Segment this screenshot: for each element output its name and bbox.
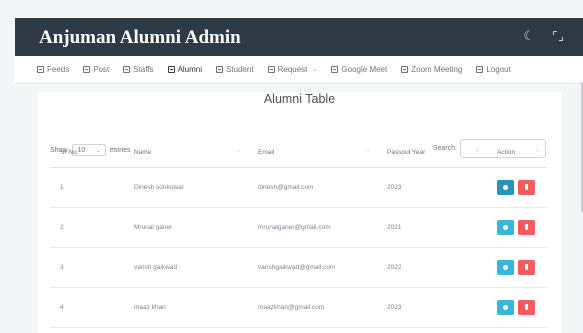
- table-row: 3 vansh gaikwad vanshgaikwad@gmail.com 2…: [50, 247, 547, 288]
- table-row: 1 Dinesh sonkuwar dinesh@gmail.com 2023: [50, 167, 547, 208]
- nav-item-label: Zoom Meeting: [411, 65, 463, 74]
- chevron-down-icon: ⌄: [312, 67, 318, 73]
- nav-item-alumni[interactable]: Alumni: [167, 65, 203, 74]
- cell-email: mrunalganer@gmail.com: [248, 207, 377, 248]
- table-header-row: Sr No. ↑↓ Name ↑↓ Email ↑↓ Passout Year ↑↓ A…: [50, 138, 547, 168]
- nav-item-google-meet[interactable]: Google Meet: [331, 65, 387, 74]
- nav-item-feeds[interactable]: Feeds: [37, 65, 69, 74]
- nav-item-label: Request: [277, 65, 308, 74]
- cell-action: [487, 247, 547, 288]
- nav-item-request[interactable]: Request ⌄: [267, 65, 318, 74]
- nav-item-logout[interactable]: Logout: [476, 65, 511, 74]
- list-icon: [216, 66, 224, 73]
- column-header-passout-year[interactable]: Passout Year ↑↓: [377, 138, 487, 168]
- table-title: Alumni Table: [263, 92, 336, 106]
- column-header-action[interactable]: Action ↑↓: [487, 138, 547, 168]
- cell-name: Mrunal ganer: [124, 207, 248, 248]
- nav-bar: Feeds Post Staffs Alumni Student Request…: [15, 56, 583, 84]
- list-icon: [123, 66, 131, 73]
- list-icon: [167, 66, 175, 73]
- view-button[interactable]: [497, 179, 514, 195]
- nav-item-zoom-meeting[interactable]: Zoom Meeting: [401, 65, 462, 74]
- cell-passout-year: 2022: [377, 247, 487, 288]
- delete-button[interactable]: [518, 219, 535, 235]
- cell-sr-no: 4: [50, 287, 124, 328]
- list-icon: [401, 66, 409, 73]
- cell-email: dinesh@gmail.com: [248, 167, 377, 208]
- column-header-name[interactable]: Name ↑↓: [124, 138, 248, 168]
- delete-button[interactable]: [518, 299, 535, 315]
- nav-item-label: Post: [93, 65, 110, 74]
- cell-sr-no: 1: [50, 167, 124, 208]
- alumni-table: Sr No. ↑↓ Name ↑↓ Email ↑↓ Passout Year ↑↓ A…: [50, 138, 547, 328]
- delete-button[interactable]: [518, 259, 535, 275]
- cell-email: vanshgaikwad@gmail.com: [248, 247, 377, 288]
- cell-name: maaz khan: [124, 287, 248, 328]
- nav-item-post[interactable]: Post: [83, 65, 109, 74]
- cell-passout-year: 2023: [377, 287, 487, 328]
- alumni-table-card: Alumni Table Show 10 ⌄ entries Search: Sr…: [38, 92, 561, 333]
- list-icon: [331, 66, 339, 73]
- sort-icon: ↑↓: [365, 148, 370, 154]
- nav-item-label: Logout: [486, 65, 511, 74]
- app-title: Anjuman Alumni Admin: [39, 27, 241, 48]
- moon-icon[interactable]: ☾: [523, 29, 535, 43]
- nav-item-label: Alumni: [177, 65, 203, 74]
- fullscreen-icon[interactable]: [553, 31, 563, 41]
- nav-item-label: Google Meet: [341, 65, 388, 74]
- list-icon: [476, 66, 484, 73]
- sort-icon: ↑↓: [112, 148, 117, 154]
- sort-icon: ↑↓: [535, 148, 540, 154]
- nav-item-label: Feeds: [47, 65, 70, 74]
- top-header: Anjuman Alumni Admin ☾: [15, 18, 583, 56]
- table-row: 4 maaz khan maazkhan@gmail.com 2023: [50, 287, 547, 328]
- sort-icon: ↑↓: [236, 148, 241, 154]
- column-header-email[interactable]: Email ↑↓: [248, 138, 377, 168]
- cell-action: [487, 167, 547, 208]
- cell-name: Dinesh sonkuwar: [124, 167, 248, 208]
- cell-action: [487, 287, 547, 328]
- cell-passout-year: 2023: [377, 167, 487, 208]
- nav-item-label: Staffs: [133, 65, 154, 74]
- nav-item-staffs[interactable]: Staffs: [123, 65, 154, 74]
- column-header-sr-no[interactable]: Sr No. ↑↓: [50, 138, 124, 168]
- view-button[interactable]: [497, 219, 514, 235]
- cell-passout-year: 2021: [377, 207, 487, 248]
- table-row: 2 Mrunal ganer mrunalganer@gmail.com 202…: [50, 207, 547, 248]
- list-icon: [267, 66, 275, 73]
- cell-sr-no: 2: [50, 207, 124, 248]
- list-icon: [37, 66, 44, 73]
- nav-item-label: Student: [226, 65, 254, 74]
- view-button[interactable]: [497, 259, 514, 275]
- list-icon: [83, 66, 91, 73]
- sort-icon: ↑↓: [475, 148, 480, 154]
- nav-item-student[interactable]: Student: [216, 65, 254, 74]
- cell-sr-no: 3: [50, 247, 124, 288]
- cell-action: [487, 207, 547, 248]
- delete-button[interactable]: [518, 179, 535, 195]
- cell-name: vansh gaikwad: [124, 247, 248, 288]
- view-button[interactable]: [497, 299, 514, 315]
- cell-email: maazkhan@gmail.com: [248, 287, 377, 328]
